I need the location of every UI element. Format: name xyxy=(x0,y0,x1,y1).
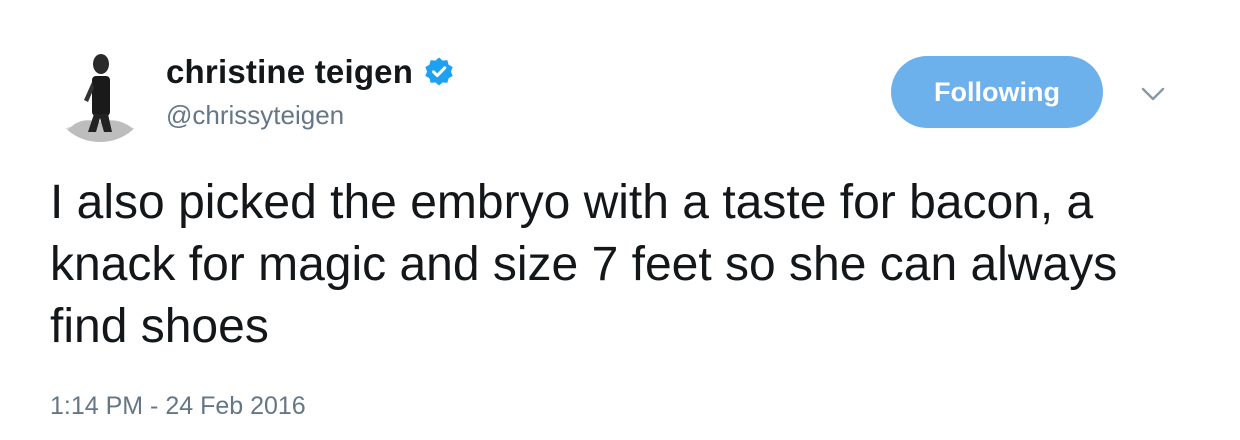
profile-photo-icon xyxy=(50,42,150,142)
tweet-card: christine teigen @chrissyteigen Followin… xyxy=(0,0,1240,440)
tweet-timestamp[interactable]: 1:14 PM - 24 Feb 2016 xyxy=(50,392,306,421)
user-handle[interactable]: @chrissyteigen xyxy=(166,100,455,131)
display-name[interactable]: christine teigen xyxy=(166,53,413,91)
verified-badge-icon xyxy=(423,56,455,88)
tweet-text: I also picked the embryo with a taste fo… xyxy=(50,176,1118,353)
author-info: christine teigen @chrissyteigen xyxy=(166,50,455,131)
avatar[interactable] xyxy=(50,42,150,142)
following-button[interactable]: Following xyxy=(891,56,1103,128)
chevron-down-icon[interactable] xyxy=(1138,82,1168,106)
name-row: christine teigen xyxy=(166,50,455,94)
